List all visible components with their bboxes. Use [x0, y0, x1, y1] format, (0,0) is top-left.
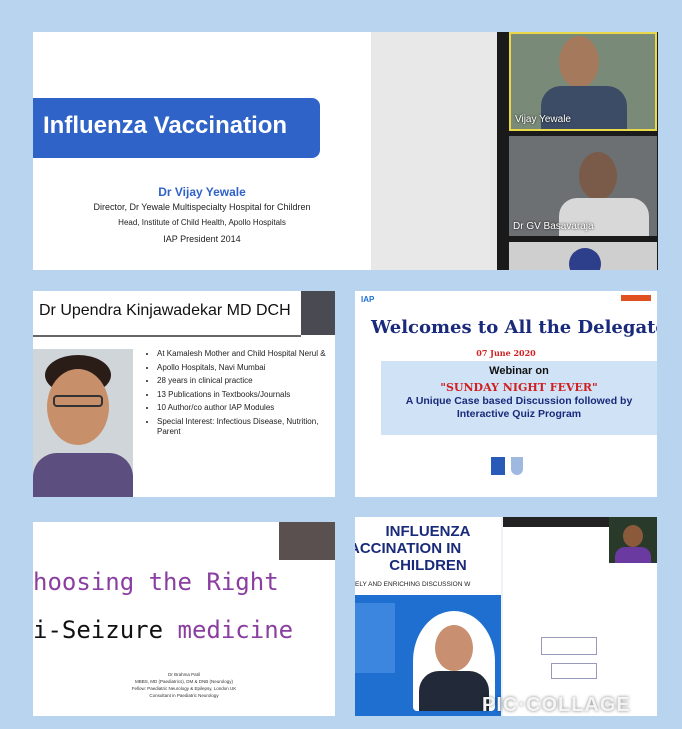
bio-item: At Kamalesh Mother and Child Hospital Ne… [157, 349, 333, 360]
participant-video[interactable]: Dr GV Basavaraja [509, 136, 657, 236]
welcome-header: Welcomes to All the Delegate [371, 317, 657, 338]
presenter-credit: MBBS, MD (Paediatrics), DM & DNB (Neurol… [134, 679, 234, 684]
sponsor-logo-2-icon [511, 457, 523, 475]
pic-collage-watermark: PIC·COLLAGE [482, 694, 631, 716]
slide-title-1: INFLUENZA [385, 523, 471, 540]
slide-line-2a: i-Seizure [33, 616, 164, 644]
tile-webinar-welcome: IAP Welcomes to All the Delegate 07 June… [355, 291, 657, 497]
iap-logo: IAP [361, 295, 375, 304]
presenter-face [623, 525, 643, 547]
webinar-on: Webinar on [489, 365, 549, 377]
speaker-line-1: Director, Dr Yewale Multispecialty Hospi… [93, 202, 311, 212]
diagram-box [541, 637, 597, 655]
presenter-credit: Dr Brahma Patil [168, 672, 200, 677]
presenter-video[interactable] [609, 517, 657, 563]
participant-face [569, 248, 601, 270]
speaker-name: Dr Vijay Yewale [158, 185, 246, 199]
participant-name: Vijay Yewale [515, 114, 571, 125]
participant-video[interactable]: Vijay Yewale [509, 32, 657, 131]
title-rule [33, 335, 301, 337]
bio-item: 28 years in clinical practice [157, 376, 333, 387]
participant-face [579, 152, 617, 200]
slide-margin [371, 32, 497, 270]
sponsor-logo-1-icon [491, 457, 505, 475]
slide-title-3: CHILDREN [389, 557, 467, 574]
speaker-photo [33, 349, 133, 497]
slide-title-2: ACCINATION IN [355, 540, 462, 557]
slide-line-2b: medicine [177, 616, 294, 644]
diagram-box [551, 663, 597, 679]
bio-list: At Kamalesh Mother and Child Hospital Ne… [145, 349, 333, 441]
slide-line-2: i-Seizure medicine [33, 616, 293, 644]
bio-item: Special Interest: Infectious Disease, Nu… [157, 417, 333, 438]
bio-item: Apollo Hospitals, Navi Mumbai [157, 363, 333, 374]
corner-video [301, 291, 335, 335]
slide-tagline: ELY AND ENRICHING DISCUSSION W [355, 581, 471, 588]
profile-title: Dr Upendra Kinjawadekar MD DCH [39, 302, 291, 319]
photo-face [47, 369, 109, 445]
event-subtitle: A Unique Case based Discussion followed … [405, 395, 633, 420]
speaker-line-3: IAP President 2014 [163, 234, 241, 244]
slide-title: Influenza Vaccination [43, 112, 288, 139]
tile-influenza-vaccination: Influenza Vaccination Dr Vijay Yewale Di… [33, 32, 658, 270]
webinar-date: 07 June 2020 [476, 348, 536, 358]
corner-video [279, 522, 335, 560]
corner-flag-icon [621, 295, 651, 301]
presenter-credit: Consultant in Paediatric Neurology [149, 693, 219, 698]
event-name: "SUNDAY NIGHT FEVER" [440, 381, 598, 394]
bio-item: 13 Publications in Textbooks/Journals [157, 390, 333, 401]
screen-header [503, 517, 609, 527]
tile-speaker-profile: Dr Upendra Kinjawadekar MD DCH At Kamale… [33, 291, 335, 497]
presenter-body [615, 547, 651, 563]
participant-name: Dr GV Basavaraja [513, 221, 594, 232]
slide-line-1: hoosing the Right [33, 568, 279, 596]
photo-shirt [33, 453, 133, 497]
participant-face [559, 36, 599, 88]
photo-glasses [53, 395, 103, 407]
portrait-face [435, 625, 473, 671]
speaker-line-2: Head, Institute of Child Health, Apollo … [118, 218, 286, 227]
participant-video[interactable] [509, 242, 657, 270]
portrait-suit [419, 671, 489, 711]
tile-influenza-children: INFLUENZA ACCINATION IN CHILDREN ELY AND… [355, 517, 657, 716]
bio-item: 10 Author/co author IAP Modules [157, 403, 333, 414]
info-card [355, 603, 395, 673]
video-strip: Vijay Yewale Dr GV Basavaraja [497, 32, 658, 270]
presenter-credit: Fellow: Paediatric Neurology & Epilepsy,… [131, 686, 237, 691]
tile-anti-seizure: hoosing the Right i-Seizure medicine Dr … [33, 522, 335, 716]
